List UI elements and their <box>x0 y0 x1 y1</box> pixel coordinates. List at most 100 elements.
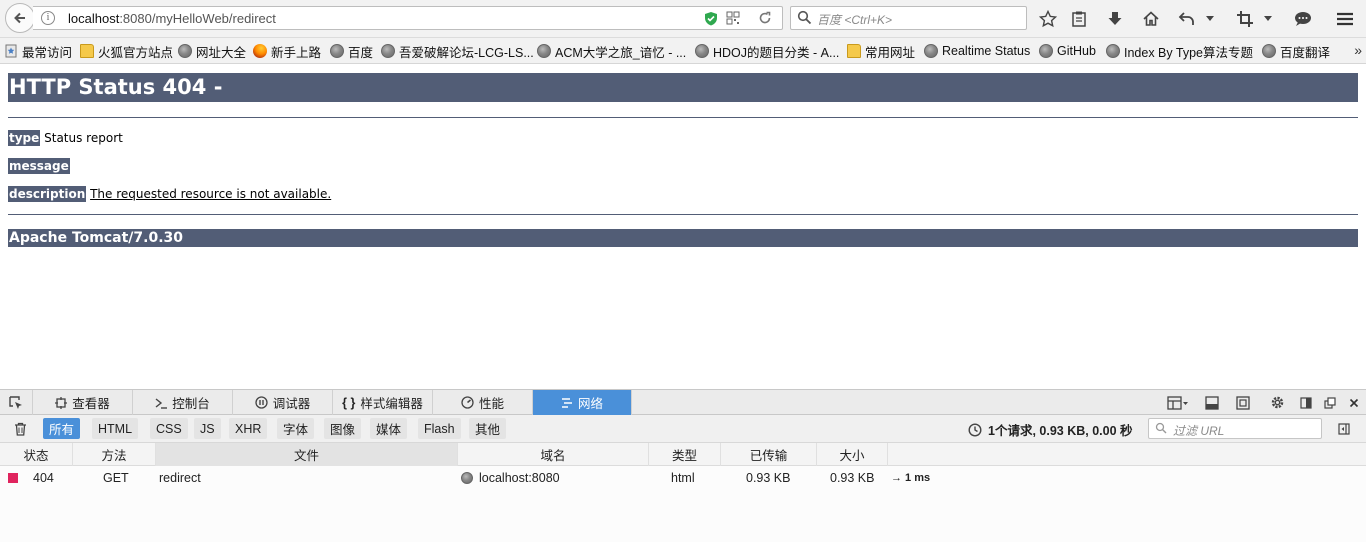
clear-requests-button[interactable] <box>12 420 29 437</box>
tab-debugger[interactable]: 调试器 <box>233 390 333 415</box>
close-devtools-button[interactable] <box>1345 394 1362 411</box>
bookmark-item[interactable]: Realtime Status <box>924 42 1030 60</box>
url-bar[interactable]: i localhost:8080/myHelloWeb/redirect <box>33 6 783 30</box>
tab-performance[interactable]: 性能 <box>433 390 533 415</box>
dock-mode-button[interactable] <box>1164 394 1192 411</box>
gear-icon <box>1271 396 1284 409</box>
dock-side-icon <box>1299 396 1312 409</box>
chat-button[interactable] <box>1293 9 1313 29</box>
bookmark-item[interactable]: HDOJ的题目分类 - A... <box>695 42 839 60</box>
dock-side-button[interactable] <box>1297 394 1314 411</box>
search-icon <box>797 10 812 28</box>
dock-layout-icon <box>1167 395 1188 410</box>
error-title: HTTP Status 404 - <box>8 73 1358 102</box>
globe-icon <box>461 472 473 484</box>
filter-images[interactable]: 图像 <box>324 418 362 439</box>
col-transferred[interactable]: 已传输 <box>721 443 817 466</box>
undock-window-button[interactable] <box>1321 394 1338 411</box>
filter-all[interactable]: 所有 <box>43 418 81 439</box>
network-summary[interactable]: 1个请求, 0.93 KB, 0.00 秒 <box>968 420 1133 439</box>
globe-icon <box>1262 44 1276 58</box>
bookmark-item[interactable]: ACM大学之旅_谙忆 - ... <box>537 42 686 60</box>
filter-other[interactable]: 其他 <box>469 418 507 439</box>
tab-style-editor[interactable]: { } 样式编辑器 <box>333 390 433 415</box>
col-status[interactable]: 状态 <box>0 443 73 466</box>
bookmark-item[interactable]: GitHub <box>1039 42 1096 60</box>
url-text[interactable]: localhost:8080/myHelloWeb/redirect <box>68 11 276 26</box>
pick-element-icon <box>9 395 22 409</box>
request-size: 0.93 KB <box>830 471 875 485</box>
bookmark-star-button[interactable] <box>1038 9 1058 29</box>
devtools-settings-button[interactable] <box>1269 394 1286 411</box>
chevron-down-icon <box>1264 16 1272 21</box>
tab-inspector[interactable]: 查看器 <box>33 390 133 415</box>
shield-icon[interactable] <box>703 10 719 26</box>
undo-close-tab-button[interactable] <box>1177 9 1197 29</box>
hamburger-menu-icon <box>1337 12 1353 26</box>
bookmark-item[interactable]: 火狐官方站点 <box>80 42 173 60</box>
bookmark-item[interactable]: 新手上路 <box>253 42 321 60</box>
bookmark-label: 网址大全 <box>196 45 247 60</box>
bookmark-item[interactable]: 最常访问 <box>4 42 72 60</box>
filter-fonts[interactable]: 字体 <box>277 418 315 439</box>
col-method[interactable]: 方法 <box>73 443 156 466</box>
back-arrow-icon <box>14 12 25 24</box>
search-bar[interactable]: 百度 <Ctrl+K> <box>790 6 1027 30</box>
status-code: 404 <box>33 471 54 485</box>
tab-console[interactable]: 控制台 <box>133 390 233 415</box>
filter-js[interactable]: JS <box>194 418 221 439</box>
table-row[interactable]: 404 GET redirect localhost:8080 html 0.9… <box>0 466 1366 490</box>
filter-css[interactable]: CSS <box>150 418 188 439</box>
col-type[interactable]: 类型 <box>649 443 721 466</box>
request-timing: → 1 ms <box>891 472 931 484</box>
crop-dropdown[interactable] <box>1262 9 1274 29</box>
downloads-button[interactable] <box>1105 9 1125 29</box>
filter-media[interactable]: 媒体 <box>370 418 408 439</box>
message-line: message <box>8 158 70 174</box>
bookmark-item[interactable]: 网址大全 <box>178 42 246 60</box>
bookmarks-toolbar: 最常访问 火狐官方站点 网址大全 新手上路 百度 吾爱破解论坛-LCG-LS..… <box>0 38 1366 64</box>
col-domain[interactable]: 域名 <box>458 443 649 466</box>
filter-url-placeholder: 过滤 URL <box>1173 424 1225 438</box>
summary-text: 1个请求, 0.93 KB, 0.00 秒 <box>988 424 1133 438</box>
reading-list-button[interactable] <box>1069 9 1089 29</box>
undo-dropdown[interactable] <box>1204 9 1216 29</box>
home-button[interactable] <box>1141 9 1161 29</box>
performance-icon <box>461 396 474 409</box>
filter-html[interactable]: HTML <box>92 418 139 439</box>
bookmark-label: Realtime Status <box>942 44 1031 58</box>
filter-url-input[interactable]: 过滤 URL <box>1148 418 1322 439</box>
responsive-design-button[interactable] <box>1234 394 1251 411</box>
tab-label: 性能 <box>478 397 504 411</box>
toggle-sidebar-button[interactable] <box>1335 420 1352 437</box>
tab-network[interactable]: 网络 <box>533 390 632 415</box>
bookmark-item[interactable]: 常用网址 <box>847 42 915 60</box>
filter-flash[interactable]: Flash <box>418 418 461 439</box>
bookmarks-overflow-icon[interactable]: » <box>1354 42 1362 58</box>
home-icon <box>1143 11 1159 26</box>
folder-icon <box>80 44 94 58</box>
bookmark-item[interactable]: 百度翻译 <box>1262 42 1330 60</box>
bookmark-item[interactable]: 吾爱破解论坛-LCG-LS... <box>381 42 534 60</box>
back-button[interactable] <box>5 3 35 33</box>
globe-icon <box>537 44 551 58</box>
sidebar-toggle-icon <box>1337 422 1350 435</box>
element-picker-button[interactable] <box>0 390 33 415</box>
menu-button[interactable] <box>1335 9 1355 29</box>
globe-icon <box>330 44 344 58</box>
devtools-panel: 查看器 控制台 调试器 { } 样式编辑器 性能 网络 所有 HTML CSS J… <box>0 389 1366 542</box>
site-info-icon[interactable]: i <box>41 11 55 25</box>
bookmark-label: GitHub <box>1057 44 1096 58</box>
split-console-button[interactable] <box>1203 394 1220 411</box>
bookmark-item[interactable]: Index By Type算法专题 <box>1106 42 1253 60</box>
reload-icon[interactable] <box>757 10 773 26</box>
col-size[interactable]: 大小 <box>817 443 888 466</box>
screenshot-crop-button[interactable] <box>1235 9 1255 29</box>
globe-icon <box>1039 44 1053 58</box>
request-transferred: 0.93 KB <box>746 471 791 485</box>
col-file[interactable]: 文件 <box>156 443 458 466</box>
qr-code-icon[interactable] <box>725 10 741 26</box>
filter-xhr[interactable]: XHR <box>229 418 268 439</box>
bookmark-item[interactable]: 百度 <box>330 42 373 60</box>
console-icon <box>155 397 168 409</box>
